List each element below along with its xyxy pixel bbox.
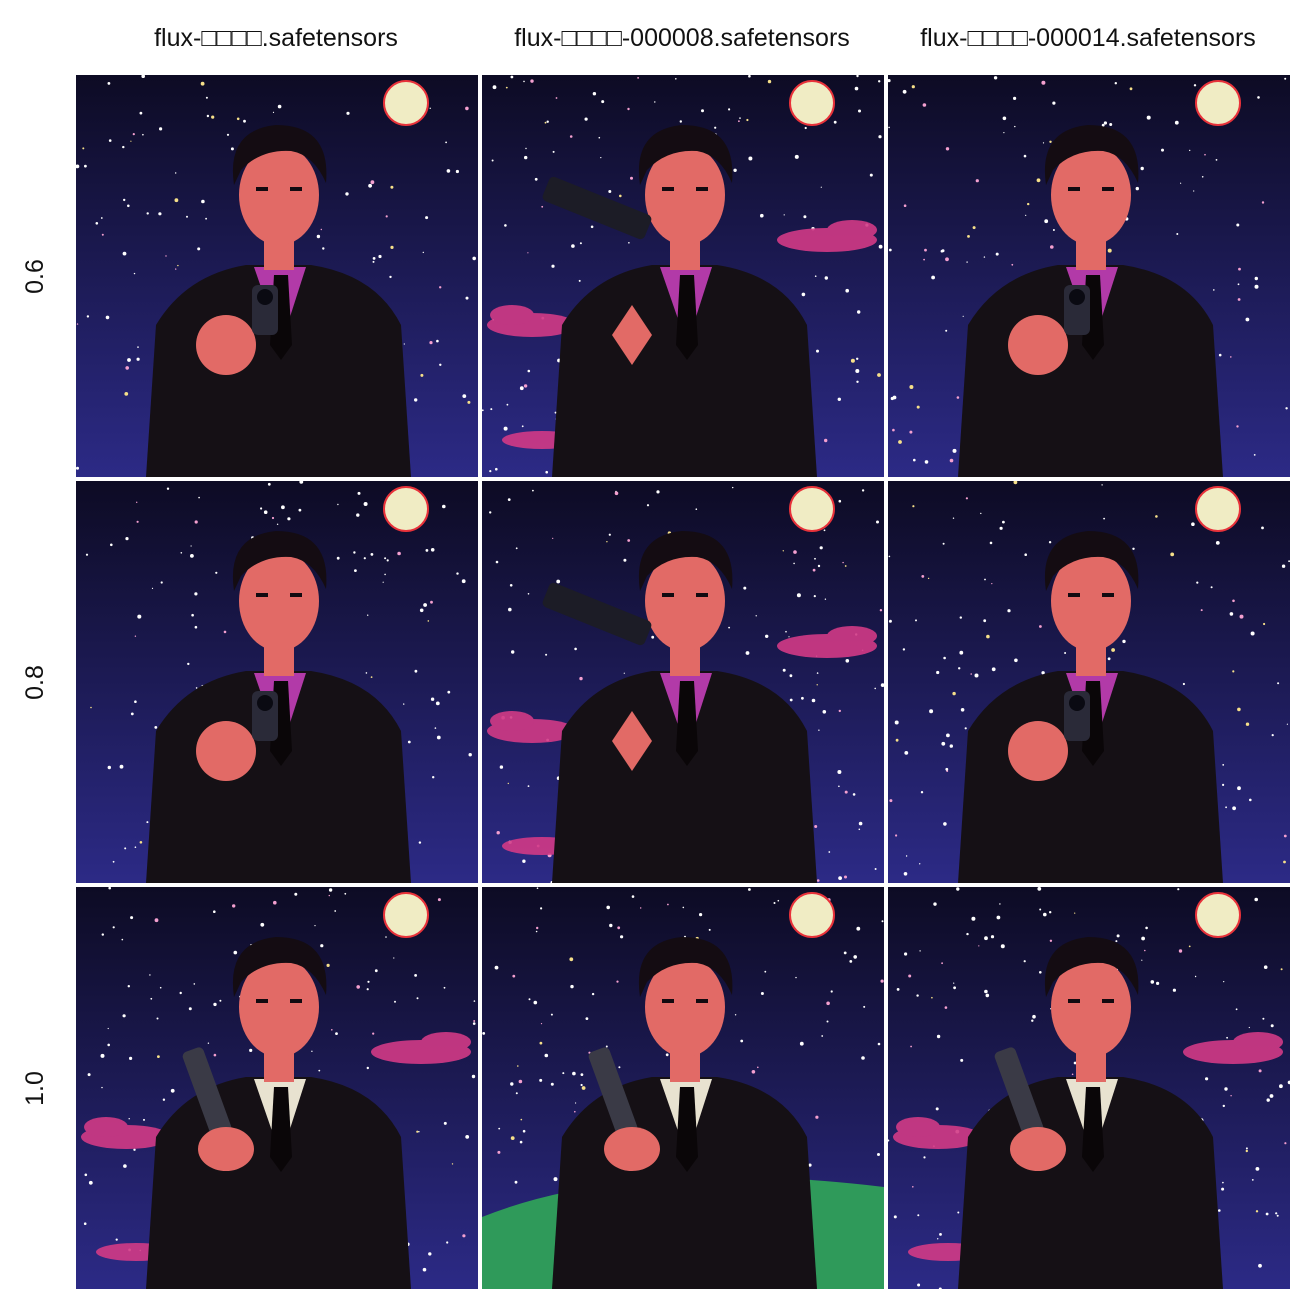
moon (1195, 892, 1241, 938)
grid-image (888, 481, 1290, 883)
grid-image (888, 75, 1290, 477)
grid-image (482, 481, 884, 883)
row-header-2: 0.8 (0, 481, 70, 883)
row-header-1: 0.6 (0, 75, 70, 477)
grid-image (482, 75, 884, 477)
moon (789, 486, 835, 532)
moon (383, 80, 429, 126)
row-header-label: 1.0 (20, 1070, 49, 1106)
column-header-1: flux-□□□□.safetensors (154, 24, 398, 52)
column-header-2: flux-□□□□-000008.safetensors (514, 24, 850, 52)
moon (383, 892, 429, 938)
column-header-3: flux-□□□□-000014.safetensors (920, 24, 1256, 52)
row-header-label: 0.8 (20, 664, 49, 700)
grid-image (888, 887, 1290, 1289)
moon (383, 486, 429, 532)
moon (1195, 80, 1241, 126)
grid-image (482, 887, 884, 1289)
grid-image (76, 887, 478, 1289)
grid-image (76, 75, 478, 477)
row-header-label: 0.6 (20, 258, 49, 294)
row-header-3: 1.0 (0, 887, 70, 1289)
moon (789, 80, 835, 126)
grid-image (76, 481, 478, 883)
moon (1195, 486, 1241, 532)
moon (789, 892, 835, 938)
